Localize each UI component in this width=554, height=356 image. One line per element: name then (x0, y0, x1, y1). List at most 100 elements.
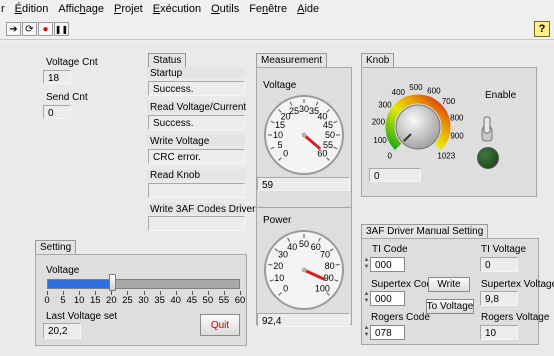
enable-led (477, 147, 499, 169)
menu-item[interactable]: Projet (109, 0, 148, 18)
decrement-arrow-icon: ▼ (363, 298, 370, 304)
knob-tick-label: 1023 (437, 151, 455, 160)
voltage-gauge-tick-label: 45 (323, 120, 333, 130)
rogers-code-stepper[interactable]: ▲ ▼ (363, 325, 370, 340)
write-3af-codes-status (148, 216, 245, 231)
power-gauge-label: Power (263, 215, 292, 226)
increment-arrow-icon: ▲ (363, 291, 370, 297)
driver-section-label: 3AF Driver Manual Setting (361, 224, 489, 239)
menu-item[interactable]: Outils (206, 0, 244, 18)
read-voltage-current-status: Success. (148, 115, 245, 130)
write-button[interactable]: Write (428, 277, 470, 292)
supertex-code-stepper[interactable]: ▲ ▼ (363, 291, 370, 306)
menu-item[interactable]: Affichage (53, 0, 109, 18)
send-cnt-label: Send Cnt (46, 92, 88, 103)
write-3af-codes-label: Write 3AF Codes Drivers (150, 204, 261, 215)
knob-tick-label: 400 (392, 88, 406, 97)
toggle-lever (483, 116, 491, 134)
startup-status: Success. (148, 81, 245, 96)
abort-button[interactable]: ● (38, 22, 53, 36)
supertex-voltage-label: Supertex Voltage (481, 279, 554, 290)
power-gauge-tick-label: 70 (320, 250, 330, 260)
run-arrow-icon: ➔ (9, 23, 18, 35)
measurement-section-label: Measurement (256, 53, 328, 68)
knob-tick-label: 300 (378, 101, 392, 110)
voltage-slider-tick-label: 60 (234, 295, 246, 306)
last-voltage-set-indicator: 20,2 (43, 323, 81, 339)
quit-button[interactable]: Quit (200, 314, 240, 336)
voltage-gauge-tick-label: 5 (277, 140, 282, 150)
supertex-voltage-indicator: 9,8 (480, 291, 518, 306)
power-gauge-tick (335, 263, 340, 266)
rogers-code-field[interactable]: 078 (370, 325, 405, 340)
voltage-slider-track[interactable] (47, 279, 240, 289)
toolbar: ➔ ⟳ ● ❚❚ ? (0, 18, 554, 40)
menu-item[interactable]: Exécution (148, 0, 206, 18)
setting-voltage-label: Voltage (46, 265, 80, 276)
power-gauge-tick-label: 80 (325, 261, 335, 271)
pause-icon: ❚❚ (54, 24, 69, 34)
knob-section-label: Knob (361, 53, 395, 68)
knob-tick-label: 0 (387, 151, 392, 160)
context-help-button[interactable]: ? (534, 21, 550, 37)
knob-value-indicator: 0 (369, 168, 421, 182)
decrement-arrow-icon: ▼ (363, 332, 370, 338)
power-gauge: 010203040 50 60708090100 (264, 230, 344, 310)
ti-code-field[interactable]: 000 (370, 257, 405, 272)
read-knob-label: Read Knob (150, 170, 201, 181)
read-knob-status (148, 183, 245, 198)
send-cnt-indicator: 0 (43, 105, 71, 119)
increment-arrow-icon: ▲ (363, 257, 370, 263)
voltage-cnt-label: Voltage Cnt (46, 57, 98, 68)
voltage-slider-thumb[interactable] (109, 274, 116, 291)
knob-control[interactable]: 0100 200 300400500 600700 800 900 1023 (363, 81, 473, 169)
power-gauge-tick-label: 10 (274, 273, 284, 283)
rogers-voltage-label: Rogers Voltage (481, 312, 550, 323)
ti-code-label: TI Code (372, 244, 408, 255)
last-voltage-set-label: Last Voltage set (46, 311, 118, 322)
enable-label: Enable (485, 90, 517, 101)
to-voltage-button[interactable]: To Voltage (426, 299, 474, 314)
voltage-gauge: 0510152025 30 354045505560 (264, 95, 344, 175)
menu-bar: r Édition Affichage Projet Exécution Outils F… (0, 0, 554, 18)
voltage-gauge-tick-label: 30 (299, 104, 309, 114)
power-gauge-tick-label: 40 (287, 242, 297, 252)
run-button[interactable]: ➔ (6, 22, 21, 36)
menu-item[interactable]: Aide (292, 0, 324, 18)
voltage-value-indicator: 59 (257, 177, 350, 191)
enable-toggle-switch[interactable] (476, 115, 498, 145)
knob-tick-label: 100 (373, 136, 387, 145)
ti-voltage-indicator: 0 (480, 257, 518, 272)
voltage-slider-fill (48, 280, 112, 288)
read-voltage-current-label: Read Voltage/Current (150, 102, 247, 113)
power-gauge-tick-label: 20 (273, 261, 283, 271)
knob-tick-label: 900 (450, 132, 464, 141)
startup-label: Startup (150, 68, 183, 79)
voltage-gauge-tick-label: 25 (289, 106, 299, 116)
voltage-gauge-hub (301, 132, 307, 138)
power-gauge-hub (301, 267, 307, 273)
voltage-cnt-indicator: 18 (43, 70, 71, 84)
knob-tick-label: 600 (427, 86, 441, 95)
run-continuously-button[interactable]: ⟳ (22, 22, 37, 36)
knob-tick-label: 700 (442, 97, 456, 106)
rogers-voltage-indicator: 10 (480, 325, 518, 340)
menu-item[interactable]: Fenêtre (244, 0, 292, 18)
voltage-gauge-tick-label: 0 (283, 148, 288, 158)
pause-button[interactable]: ❚❚ (54, 22, 69, 36)
supertex-code-field[interactable]: 000 (370, 291, 405, 306)
ti-code-stepper[interactable]: ▲ ▼ (363, 257, 370, 272)
power-gauge-tick-label: 0 (283, 283, 288, 293)
menu-item[interactable]: r (0, 0, 10, 18)
rogers-code-label: Rogers Code (371, 312, 430, 323)
power-value-indicator: 92,4 (257, 313, 350, 327)
voltage-gauge-tick-label: 60 (317, 148, 327, 158)
decrement-arrow-icon: ▼ (363, 264, 370, 270)
help-icon: ? (538, 23, 546, 35)
write-voltage-label: Write Voltage (150, 136, 210, 147)
write-voltage-status: CRC error. (148, 149, 245, 164)
menu-item[interactable]: Édition (10, 0, 54, 18)
knob-tick-label: 200 (372, 118, 386, 127)
voltage-gauge-label: Voltage (263, 80, 297, 91)
run-continuous-icon: ⟳ (25, 23, 34, 35)
